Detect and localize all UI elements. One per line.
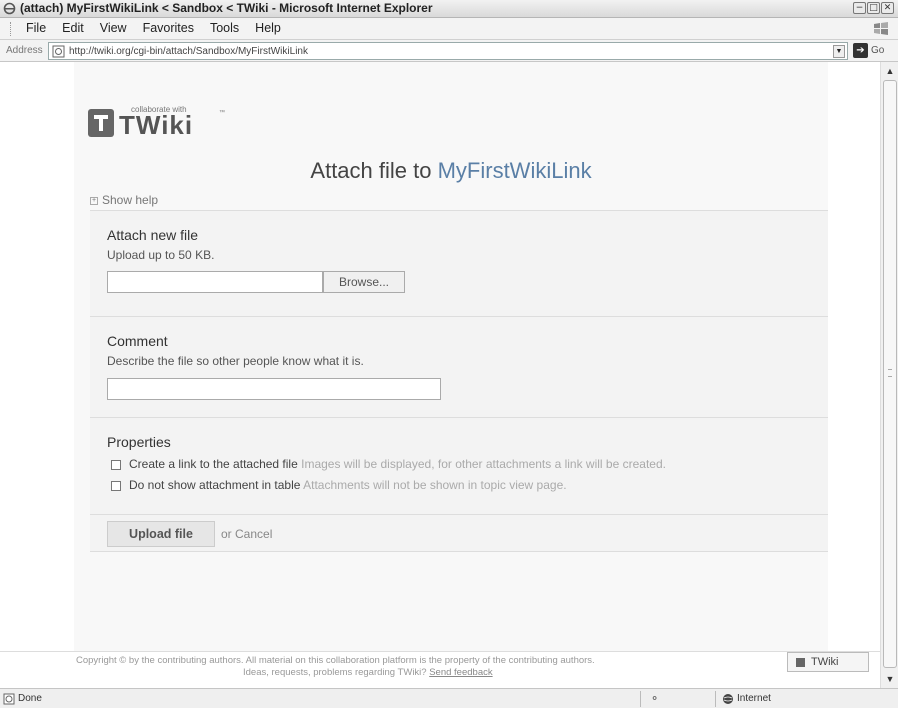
status-separator	[715, 691, 716, 707]
go-arrow-icon: ➔	[853, 43, 868, 58]
scroll-down-icon[interactable]: ▼	[883, 672, 897, 686]
feedback-prefix: Ideas, requests, problems regarding TWik…	[243, 667, 430, 678]
scrollbar-thumb[interactable]	[883, 80, 897, 668]
address-input[interactable]: http://twiki.org/cgi-bin/attach/Sandbox/…	[48, 42, 848, 60]
create-link-checkbox[interactable]	[111, 459, 121, 470]
menu-favorites[interactable]: Favorites	[135, 21, 202, 35]
show-help-toggle[interactable]: + Show help	[90, 193, 158, 207]
upload-file-button[interactable]: Upload file	[107, 521, 215, 547]
toolbar-grip[interactable]	[10, 22, 12, 36]
address-url: http://twiki.org/cgi-bin/attach/Sandbox/…	[69, 46, 308, 57]
attach-section: Attach new file Upload up to 50 KB. Brow…	[90, 210, 828, 316]
security-zone: Internet	[737, 693, 771, 704]
address-label: Address	[6, 45, 43, 56]
attach-description: Upload up to 50 KB.	[107, 248, 215, 262]
copyright-text: Copyright © by the contributing authors.…	[76, 655, 595, 666]
cancel-link[interactable]: Cancel	[235, 527, 272, 541]
window-title: (attach) MyFirstWikiLink < Sandbox < TWi…	[20, 1, 433, 15]
page-done-icon	[3, 693, 15, 705]
internet-zone-icon	[723, 694, 733, 704]
window-titlebar: (attach) MyFirstWikiLink < Sandbox < TWi…	[0, 0, 898, 18]
properties-section: Properties Create a link to the attached…	[90, 417, 828, 514]
go-button[interactable]: ➔ Go	[853, 43, 884, 58]
page-title-prefix: Attach file to	[310, 158, 438, 183]
menu-view[interactable]: View	[92, 21, 135, 35]
create-link-option: Create a link to the attached file Image…	[111, 457, 666, 471]
menu-bar: File Edit View Favorites Tools Help	[0, 18, 898, 40]
hide-attachment-option: Do not show attachment in table Attachme…	[111, 478, 567, 492]
comment-input[interactable]	[107, 378, 441, 400]
menu-help[interactable]: Help	[247, 21, 289, 35]
badge-label: TWiki	[811, 656, 839, 668]
create-link-label[interactable]: Create a link to the attached file	[129, 457, 298, 471]
page-icon	[52, 45, 65, 58]
feedback-text: Ideas, requests, problems regarding TWik…	[243, 667, 493, 678]
minimize-button[interactable]: −	[853, 2, 866, 14]
create-link-hint: Images will be displayed, for other atta…	[301, 457, 666, 471]
close-button[interactable]: ✕	[881, 2, 894, 14]
hide-attachment-checkbox[interactable]	[111, 480, 121, 491]
hide-attachment-label[interactable]: Do not show attachment in table	[129, 478, 300, 492]
attach-title: Attach new file	[107, 227, 199, 243]
menu-tools[interactable]: Tools	[202, 21, 247, 35]
send-feedback-link[interactable]: Send feedback	[429, 667, 492, 678]
comment-section: Comment Describe the file so other peopl…	[90, 316, 828, 417]
hide-attachment-hint: Attachments will not be shown in topic v…	[303, 478, 567, 492]
address-bar: Address http://twiki.org/cgi-bin/attach/…	[0, 40, 898, 62]
maximize-button[interactable]: □	[867, 2, 880, 14]
logo-trademark: ™	[219, 110, 225, 116]
menu-file[interactable]: File	[18, 21, 54, 35]
comment-title: Comment	[107, 333, 168, 349]
menu-edit[interactable]: Edit	[54, 21, 92, 35]
show-help-label: Show help	[102, 193, 159, 207]
properties-title: Properties	[107, 434, 171, 450]
logo-wordmark: TWiki	[119, 110, 194, 140]
go-label: Go	[871, 45, 885, 56]
comment-description: Describe the file so other people know w…	[107, 354, 364, 368]
browse-button[interactable]: Browse...	[323, 271, 405, 293]
actions-section: Upload file or Cancel	[90, 514, 828, 552]
status-bar: Done ⚬ Internet	[0, 688, 898, 708]
internet-explorer-icon	[3, 2, 16, 15]
or-cancel: or Cancel	[221, 527, 272, 541]
page-footer: Copyright © by the contributing authors.…	[0, 651, 880, 688]
status-text: Done	[18, 693, 42, 704]
thumb-grip-icon	[888, 369, 892, 377]
twiki-logo-mark-icon	[88, 109, 114, 137]
twiki-badge-icon	[796, 657, 805, 667]
page-title: Attach file to MyFirstWikiLink	[74, 158, 828, 184]
windows-flag-icon	[874, 22, 888, 35]
page-content: collaborate with TWiki ™ Attach file to …	[74, 62, 828, 688]
or-label: or	[221, 527, 236, 541]
powered-by-twiki-badge[interactable]: TWiki	[787, 652, 869, 672]
twiki-logo[interactable]: collaborate with TWiki ™	[88, 100, 248, 150]
browser-viewport: collaborate with TWiki ™ Attach file to …	[0, 62, 880, 688]
vertical-scrollbar[interactable]: ▲ ▼	[880, 62, 898, 688]
file-path-input[interactable]	[107, 271, 323, 293]
expand-icon: +	[90, 196, 98, 205]
topic-link[interactable]: MyFirstWikiLink	[438, 158, 592, 183]
address-dropdown-icon[interactable]: ▼	[833, 45, 845, 58]
scroll-up-icon[interactable]: ▲	[883, 64, 897, 78]
security-icon: ⚬	[650, 692, 660, 705]
window-controls: − □ ✕	[853, 2, 894, 14]
status-separator	[640, 691, 641, 707]
